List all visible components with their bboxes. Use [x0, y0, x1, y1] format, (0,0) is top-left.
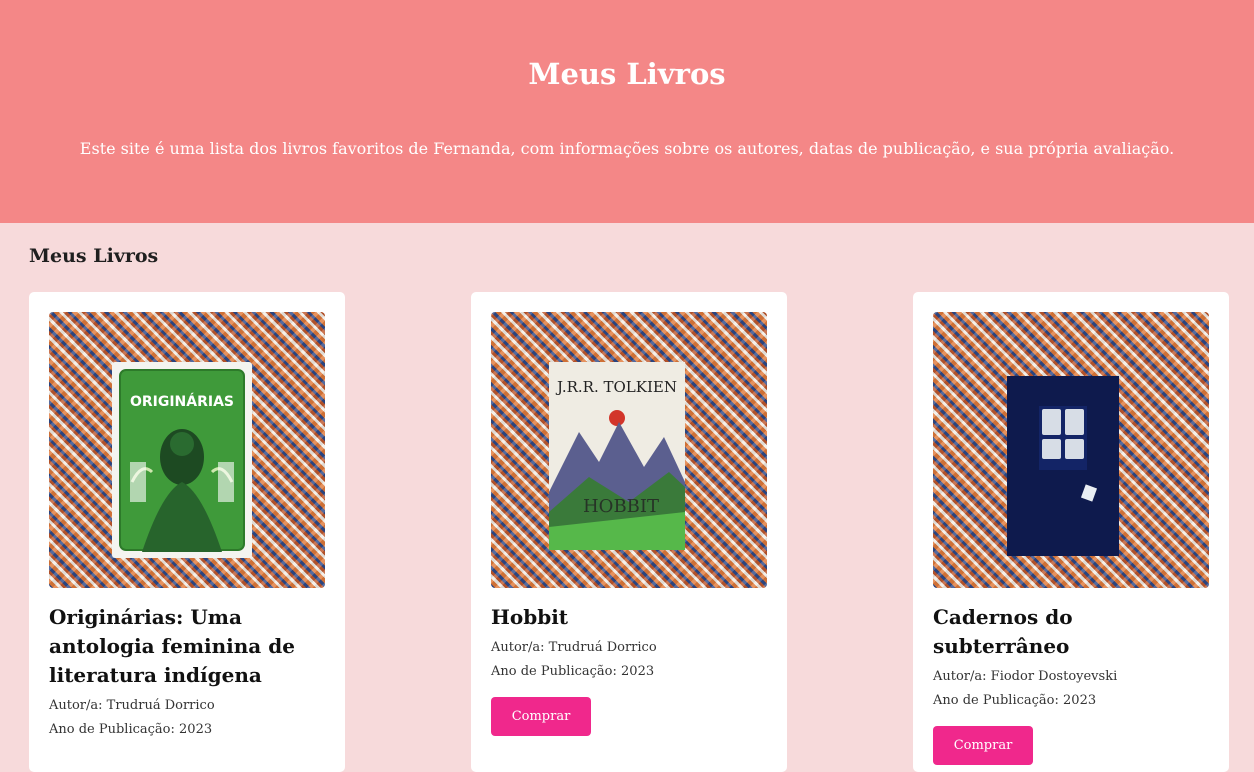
cover-book-text: HOBBIT — [583, 496, 659, 517]
book-cover-art: J.R.R. TOLKIEN HOBBIT — [549, 362, 685, 550]
book-title: Cadernos do subterrâneo — [933, 605, 1073, 658]
book-year: Ano de Publicação: 2023 — [49, 722, 213, 737]
cover-title-text: ORIGINÁRIAS — [130, 393, 234, 410]
page-title: Meus Livros — [528, 57, 726, 91]
book-cover-image — [933, 312, 1209, 588]
page-subtitle: Este site é uma lista dos livros favorit… — [79, 139, 1175, 158]
book-cover-art — [1007, 376, 1119, 556]
book-title: Hobbit — [491, 605, 569, 629]
book-cover-image: J.R.R. TOLKIEN HOBBIT — [491, 312, 767, 588]
cover-author-text: J.R.R. TOLKIEN — [555, 378, 677, 396]
buy-button[interactable]: Comprar — [491, 697, 591, 736]
book-title: Originárias: Uma antologia feminina de l… — [49, 605, 295, 687]
buy-button[interactable]: Comprar — [933, 726, 1033, 765]
book-card: J.R.R. TOLKIEN HOBBIT Hobbit Autor/a: Tr… — [471, 292, 787, 772]
book-cover-art: ORIGINÁRIAS — [119, 369, 245, 552]
book-cover-image: ORIGINÁRIAS — [49, 312, 325, 588]
site-header: Meus Livros Este site é uma lista dos li… — [0, 0, 1254, 223]
book-author: Autor/a: Trudruá Dorrico — [491, 640, 657, 655]
section-title: Meus Livros — [29, 245, 159, 267]
book-author: Autor/a: Fiodor Dostoyevski — [933, 669, 1118, 684]
book-card: ORIGINÁRIAS Originárias: Uma antologia f… — [29, 292, 345, 772]
book-card: Cadernos do subterrâneo Autor/a: Fiodor … — [913, 292, 1229, 772]
book-year: Ano de Publicação: 2023 — [933, 693, 1097, 708]
book-year: Ano de Publicação: 2023 — [491, 664, 655, 679]
book-author: Autor/a: Trudruá Dorrico — [49, 698, 215, 713]
